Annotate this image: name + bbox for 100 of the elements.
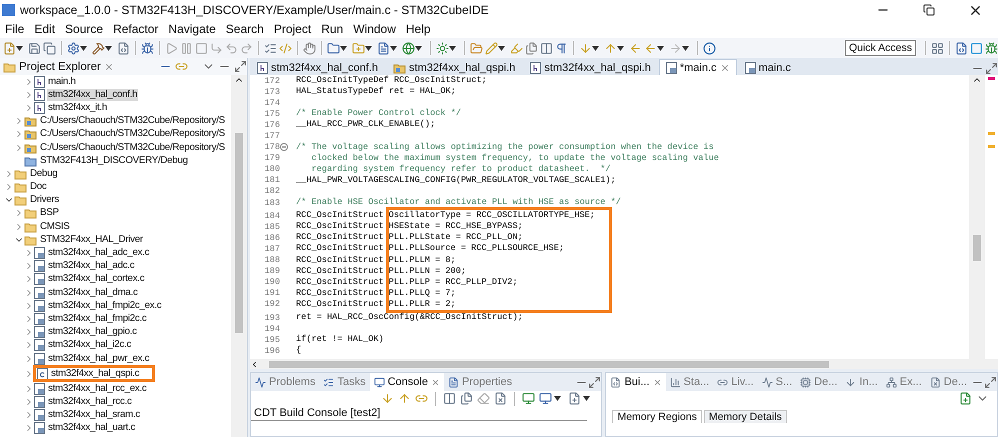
monitor-icon[interactable]	[539, 392, 552, 405]
panel-tab[interactable]: Problems	[251, 373, 320, 391]
dropdown-caret-icon[interactable]	[682, 46, 689, 50]
panel-tab[interactable]: S...	[758, 373, 796, 391]
scroll-thumb[interactable]	[973, 235, 981, 261]
code-icon[interactable]	[279, 42, 292, 54]
horizontal-scrollbar[interactable]	[250, 359, 998, 369]
warning-marker[interactable]	[988, 145, 995, 148]
arrow-down-icon[interactable]	[381, 392, 394, 405]
maximize-icon[interactable]	[234, 60, 247, 73]
export-icon[interactable]	[959, 392, 972, 405]
hammer-icon[interactable]	[92, 42, 105, 54]
tree-item[interactable]: stm32f4xx_hal_dma.c	[47, 286, 139, 299]
scroll-left-icon[interactable]	[250, 360, 259, 368]
stop-icon[interactable]	[195, 42, 208, 54]
panel-tab[interactable]: Console	[370, 373, 444, 391]
tree-item[interactable]: stm32f4xx_hal_gpio.c	[47, 326, 138, 338]
save-all-icon[interactable]	[43, 42, 56, 54]
dropdown-caret-icon[interactable]	[554, 396, 562, 401]
scrollbar[interactable]	[969, 75, 985, 359]
error-marker[interactable]	[988, 77, 995, 80]
files-icon[interactable]	[525, 42, 538, 54]
bug-icon[interactable]	[141, 42, 154, 54]
scrollbar[interactable]	[231, 75, 247, 437]
arrow-left-icon[interactable]	[629, 42, 642, 54]
tree-item[interactable]: stm32f4xx_hal_qspi.c	[50, 368, 140, 380]
panel-tab[interactable]: Bui...	[606, 373, 666, 391]
open-folder-icon[interactable]	[470, 42, 483, 54]
memory-tab[interactable]: Memory Details	[704, 410, 787, 423]
tree-item[interactable]: stm32f4xx_hal_cortex.c	[47, 273, 146, 286]
tree-item[interactable]: stm32f4xx_hal_rcc_ex.c	[47, 382, 148, 395]
file-icon[interactable]	[377, 42, 390, 54]
c-perspective-icon[interactable]	[955, 42, 968, 54]
panel-tab[interactable]: De...	[926, 373, 971, 391]
dropdown-caret-icon[interactable]	[16, 46, 23, 50]
globe-icon[interactable]	[402, 42, 415, 54]
dropdown-caret-icon[interactable]	[80, 46, 87, 50]
tree-item[interactable]: STM32F4xx_HAL_Driver	[39, 234, 144, 246]
maximize-icon[interactable]	[588, 376, 602, 388]
menu-item[interactable]: Refactor	[108, 22, 164, 36]
sun-icon[interactable]	[436, 42, 449, 54]
tree-item[interactable]: stm32f4xx_hal_uart.c	[47, 422, 136, 434]
menu-item[interactable]: Help	[400, 22, 436, 36]
highlighter-icon[interactable]	[510, 42, 523, 54]
panel-tab[interactable]: Properties	[444, 373, 516, 391]
dropdown-caret-icon[interactable]	[592, 46, 599, 50]
tree-item[interactable]: stm32f4xx_hal_conf.h	[47, 88, 138, 101]
columns-icon[interactable]	[443, 392, 456, 405]
scroll-thumb[interactable]	[269, 360, 829, 368]
tree-item[interactable]: CMSIS	[39, 220, 71, 233]
gear-icon[interactable]	[67, 42, 80, 54]
dropdown-caret-icon[interactable]	[498, 46, 505, 50]
menu-item[interactable]: Window	[348, 22, 401, 36]
columns-icon[interactable]	[540, 42, 553, 54]
pause-icon[interactable]	[180, 42, 193, 54]
memory-tab[interactable]: Memory Regions	[612, 410, 702, 423]
tree-item[interactable]: BSP	[39, 207, 60, 220]
tree-item[interactable]: STM32F413H_DISCOVERY/Debug	[39, 154, 189, 167]
tree-item[interactable]: stm32f4xx_hal_pwr_ex.c	[47, 352, 150, 365]
maximize-icon[interactable]	[984, 376, 997, 388]
save-icon[interactable]	[28, 42, 41, 54]
info-icon[interactable]	[703, 42, 716, 54]
new-console-icon[interactable]	[568, 392, 582, 405]
panel-tab[interactable]: Tasks	[319, 373, 370, 391]
tree-item[interactable]: stm32f4xx_hal_fmpi2c.c	[47, 312, 148, 325]
dropdown-caret-icon[interactable]	[583, 396, 590, 401]
step-return-icon[interactable]	[240, 42, 253, 54]
menu-item[interactable]: Search	[220, 22, 269, 36]
scroll-thumb[interactable]	[235, 133, 243, 333]
editor-tab[interactable]: *main.c	[658, 59, 737, 75]
menu-item[interactable]: Project	[268, 22, 316, 36]
tree-item[interactable]: C:/Users/Chaouch/STM32Cube/Repository/S	[39, 142, 226, 154]
menu-item[interactable]: Run	[316, 22, 348, 36]
tree-item[interactable]: Doc	[29, 181, 48, 194]
panel-tab[interactable]: Sta...	[666, 373, 714, 391]
quick-access-field[interactable]: Quick Access	[844, 40, 916, 56]
arrow-up-icon[interactable]	[398, 392, 412, 405]
dropdown-caret-icon[interactable]	[390, 46, 397, 50]
tree-item[interactable]: Debug	[29, 168, 58, 180]
resume-icon[interactable]	[165, 42, 178, 54]
dropdown-caret-icon[interactable]	[105, 46, 112, 50]
list-icon[interactable]	[264, 42, 277, 54]
tree-item[interactable]: stm32f4xx_hal_sram.c	[47, 409, 142, 422]
dropdown-caret-icon[interactable]	[365, 46, 372, 50]
menu-item[interactable]: Source	[60, 22, 108, 36]
panel-tab[interactable]: In...	[841, 373, 882, 391]
clear-icon[interactable]	[494, 392, 508, 405]
panel-tab[interactable]: De...	[796, 373, 842, 391]
perspective-icon[interactable]	[931, 42, 944, 54]
menu-item[interactable]: Edit	[29, 22, 60, 36]
tree-item[interactable]: Drivers	[29, 194, 60, 206]
menu-item[interactable]: File	[0, 22, 30, 36]
tree-item[interactable]: stm32f4xx_hal_rcc.c	[47, 396, 133, 408]
dropdown-caret-icon[interactable]	[617, 46, 624, 50]
step-over-icon[interactable]	[225, 42, 238, 54]
step-icon[interactable]	[210, 42, 223, 54]
dropdown-caret-icon[interactable]	[415, 46, 422, 50]
hand-icon[interactable]	[303, 42, 316, 54]
collapse-fold-icon[interactable]	[280, 143, 288, 152]
dropdown-caret-icon[interactable]	[340, 46, 347, 50]
